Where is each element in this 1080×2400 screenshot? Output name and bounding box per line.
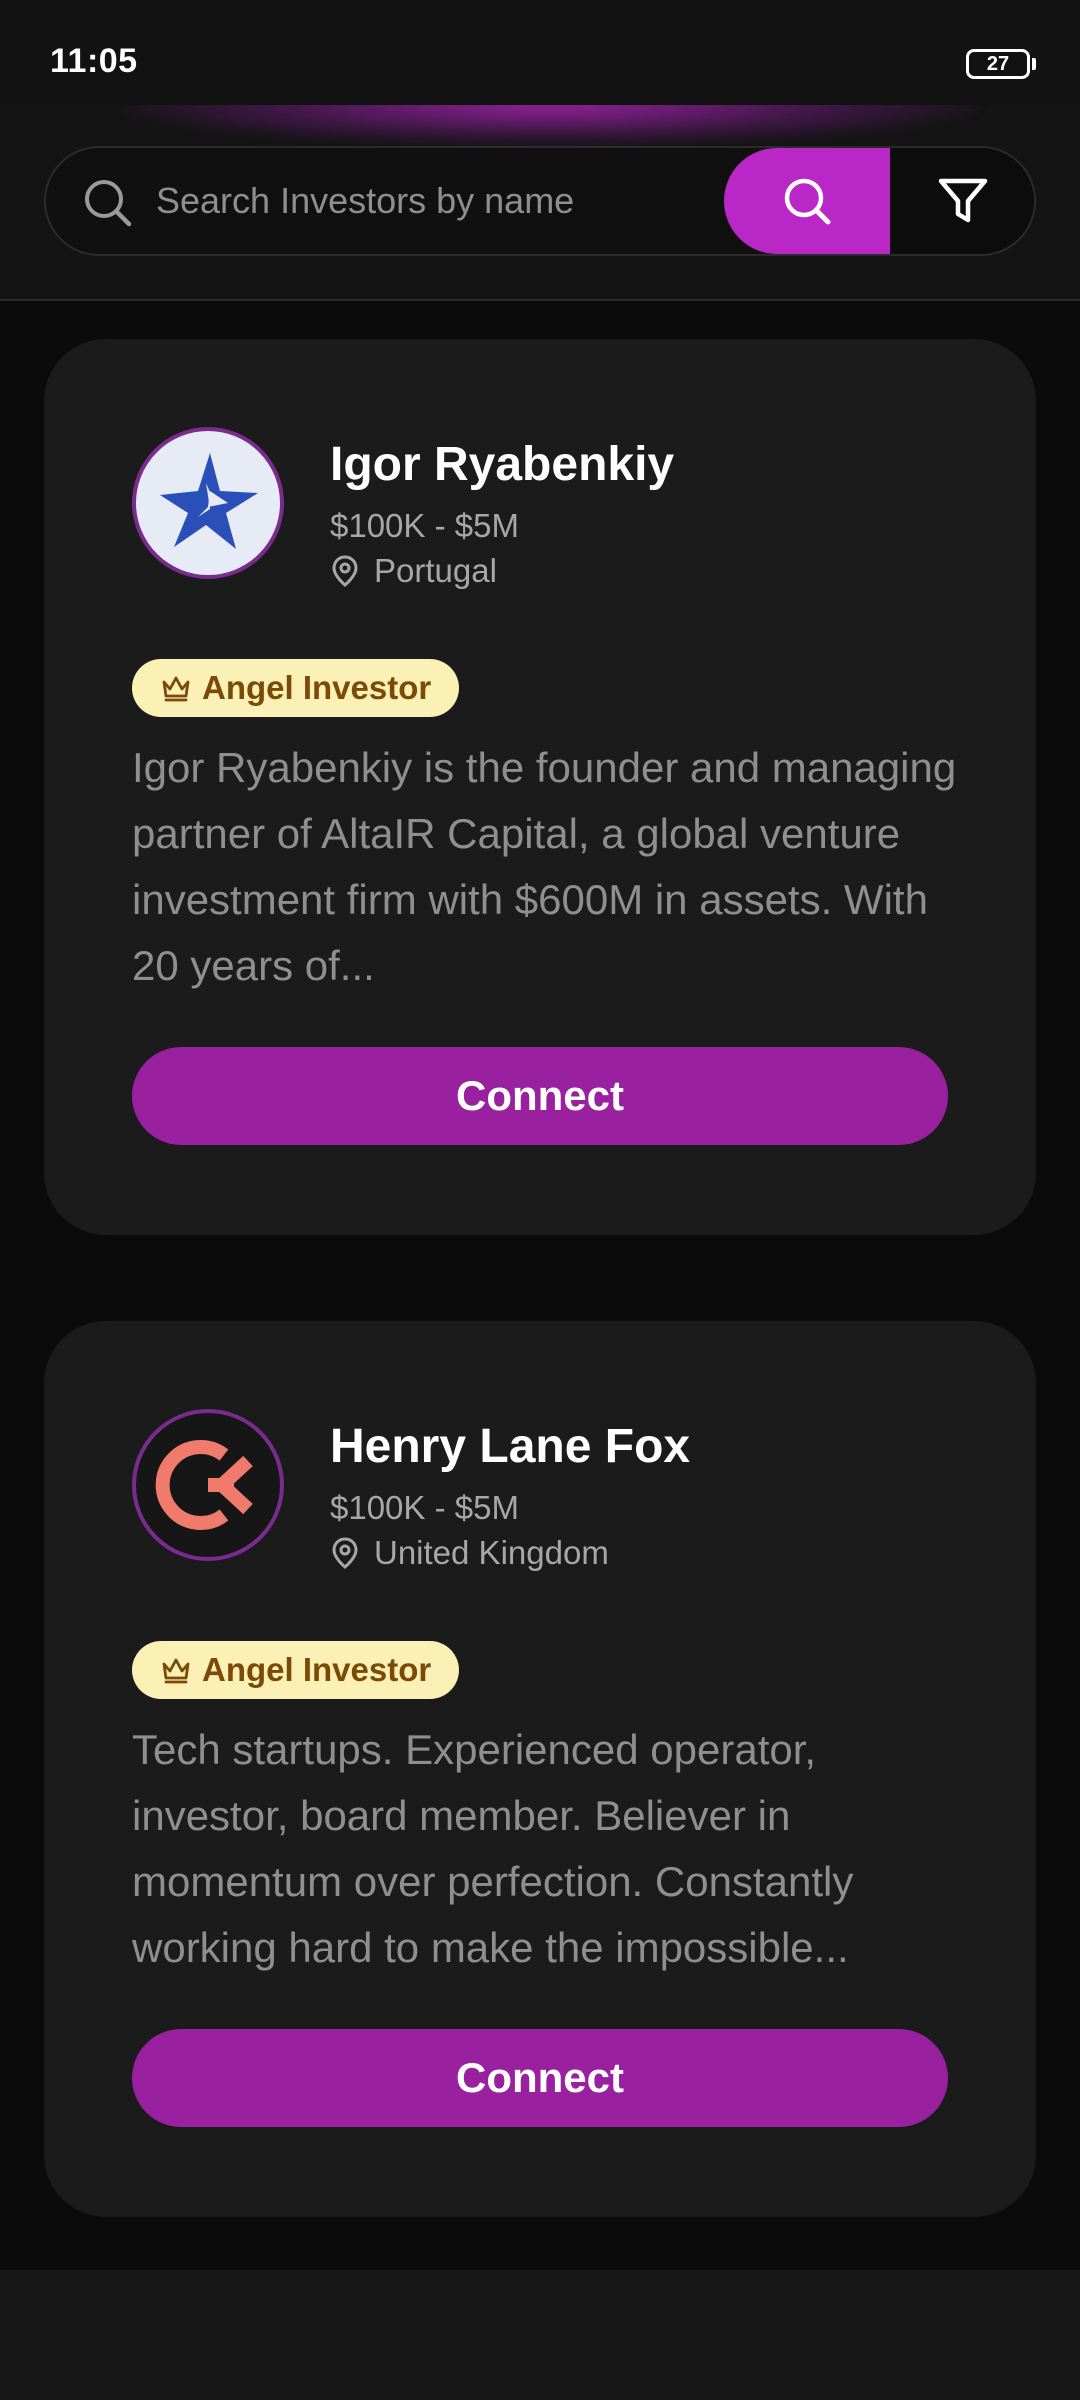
investor-location: Portugal [330,551,497,591]
connect-button[interactable]: Connect [132,2029,948,2127]
search-input[interactable] [156,148,746,254]
investor-avatar [132,427,284,579]
investor-type-badge: Angel Investor [132,659,460,717]
bottom-bar [0,2270,1080,2400]
investor-feed: Igor Ryabenkiy $100K - $5M Portugal Ange… [0,301,1080,2270]
search-header [0,105,1080,301]
investor-type-badge: Angel Investor [132,1641,460,1699]
cf-logo-icon [155,1440,253,1530]
battery-icon: 27 [966,49,1030,79]
battery-tip [1032,58,1036,70]
investment-range: $100K - $5M [330,507,519,544]
status-bar: 11:05 27 [0,0,1080,105]
connect-button[interactable]: Connect [132,1047,948,1145]
investor-name: Henry Lane Fox [330,1420,691,1473]
search-icon [784,178,831,225]
star-logo-icon [160,453,258,549]
crown-icon [162,676,190,702]
investor-location: United Kingdom [330,1533,609,1573]
investor-card: Igor Ryabenkiy $100K - $5M Portugal Ange… [44,339,1036,1235]
investor-name: Igor Ryabenkiy [330,438,675,491]
investor-description: Igor Ryabenkiy is the founder and managi… [132,744,957,989]
location-label: United Kingdom [374,1534,609,1571]
investor-card: Henry Lane Fox $100K - $5M United Kingdo… [44,1321,1036,2217]
filter-icon [938,178,988,223]
investment-range: $100K - $5M [330,1489,519,1526]
location-pin-icon [332,1537,358,1569]
header-glow [120,105,980,145]
search-button[interactable] [724,148,890,254]
search-bar [44,146,1036,256]
investor-avatar [132,1409,284,1561]
search-icon [85,180,132,227]
investor-description: Tech startups. Experienced operator, inv… [132,1726,854,1971]
status-time: 11:05 [50,42,138,80]
crown-icon [162,1658,190,1684]
filter-button[interactable] [890,148,1034,254]
location-label: Portugal [374,552,497,589]
location-pin-icon [332,555,358,587]
badge-label: Angel Investor [202,669,432,706]
badge-label: Angel Investor [202,1651,432,1688]
battery-level: 27 [986,53,1010,75]
